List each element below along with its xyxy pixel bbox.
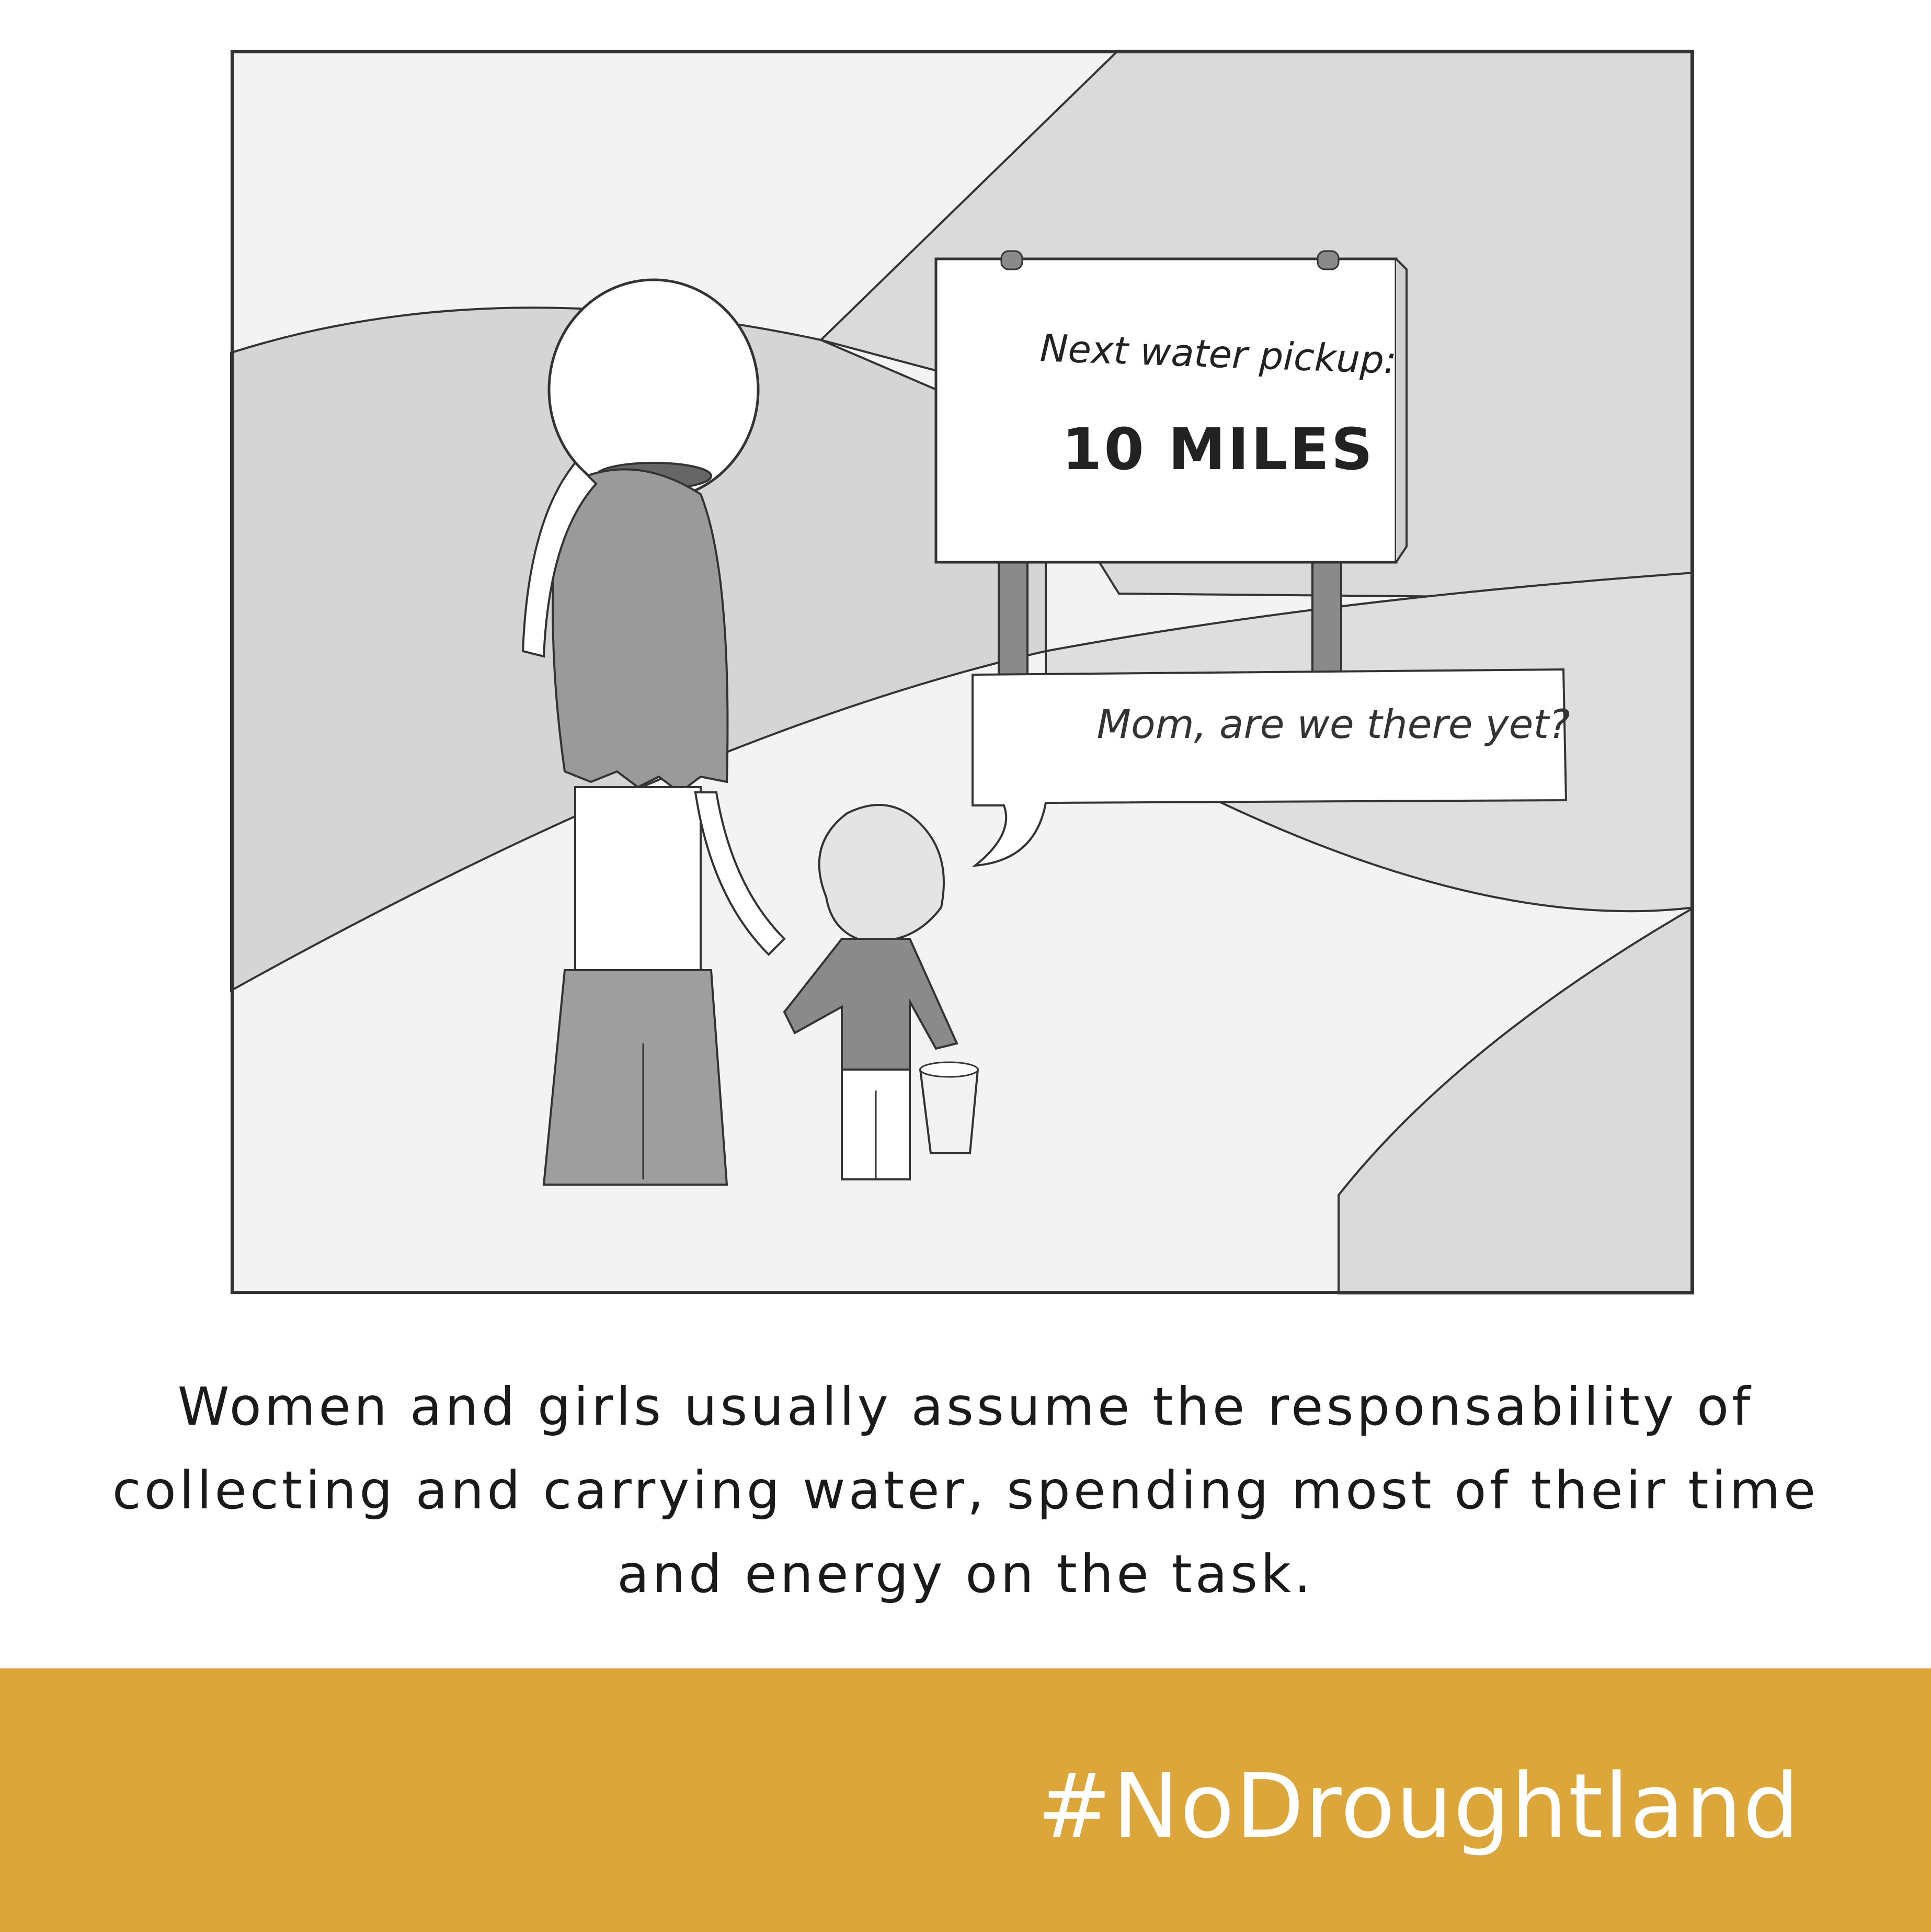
sign-board: [934, 257, 1398, 564]
comic-panel: Next water pickup: 10 MILES Mom, are we …: [230, 50, 1694, 1294]
speech-bubble-text: Mom, are we there yet?: [1096, 701, 1570, 747]
sign-post-right: [1311, 551, 1342, 684]
mother-skirt: [542, 969, 728, 1186]
mother-hair: [552, 468, 729, 794]
mother-torso: [574, 786, 702, 971]
sign-post-left: [998, 551, 1029, 684]
hashtag: #NoDroughtland: [1037, 1755, 1800, 1858]
child-bucket: [919, 1069, 979, 1154]
caption: Women and girls usually assume the respo…: [112, 1376, 1819, 1605]
comic-illustration: [230, 50, 1694, 1294]
sign-distance: 10 MILES: [1061, 416, 1375, 483]
